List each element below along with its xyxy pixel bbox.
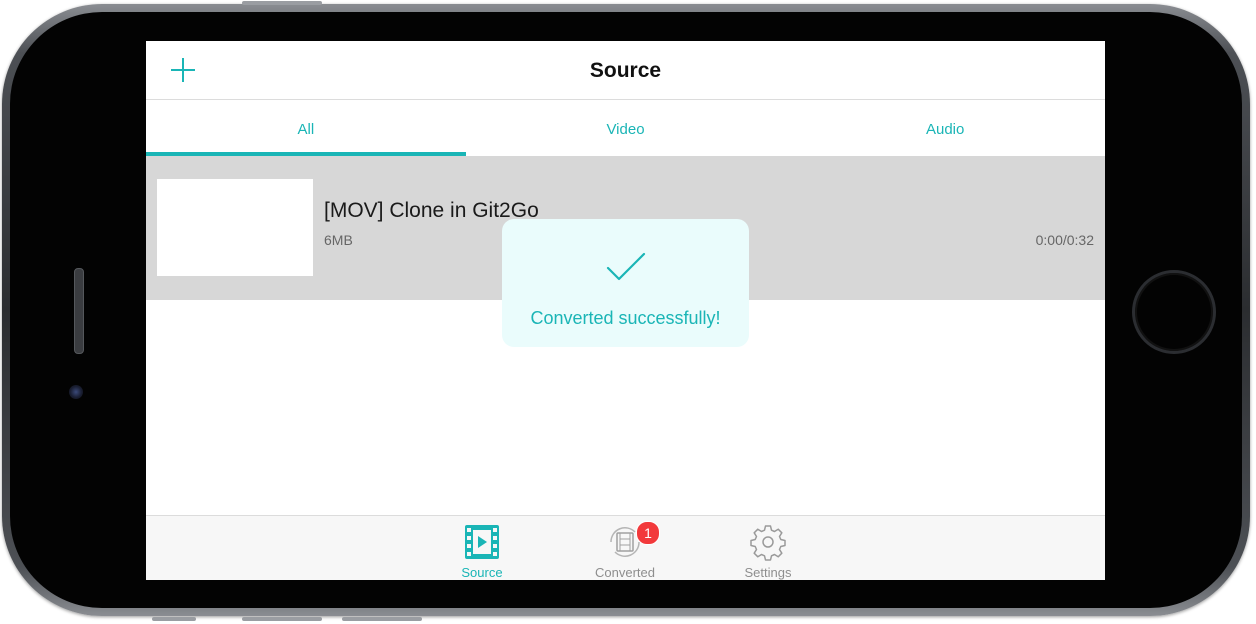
tabbar-source[interactable]: Source	[442, 522, 522, 580]
tab-video[interactable]: Video	[466, 100, 786, 156]
tabbar-settings-label: Settings	[744, 565, 792, 580]
tabbar-converted-label: Converted	[595, 565, 655, 580]
page-title: Source	[589, 59, 662, 82]
volume-up-button	[242, 617, 322, 621]
tabbar-settings[interactable]: Settings	[728, 522, 808, 580]
navigation-bar: Source	[146, 41, 1105, 100]
volume-down-button	[342, 617, 422, 621]
toast-message: Converted successfully!	[530, 308, 721, 328]
converted-film-icon: 1	[605, 521, 660, 562]
speaker-grille	[74, 268, 84, 354]
tab-all[interactable]: All	[146, 100, 466, 156]
item-size: 6MB	[324, 232, 353, 248]
tab-audio[interactable]: Audio	[785, 100, 1105, 156]
success-toast: Converted successfully!	[502, 219, 749, 347]
bottom-tab-bar: Source 1 Converted Settings	[146, 515, 1105, 580]
item-duration: 0:00/0:32	[1035, 232, 1094, 248]
front-camera	[69, 385, 83, 399]
tabbar-source-label: Source	[461, 565, 503, 580]
volume-button	[242, 1, 322, 5]
gear-icon	[748, 522, 788, 562]
checkmark-icon	[606, 252, 646, 281]
item-title: [MOV] Clone in Git2Go	[324, 199, 539, 222]
segment-tabs: All Video Audio	[146, 100, 1105, 156]
film-play-icon	[462, 522, 502, 562]
video-thumbnail	[157, 179, 313, 276]
mute-switch	[152, 617, 196, 621]
tabbar-converted[interactable]: 1 Converted	[585, 521, 665, 580]
app-screen: Source All Video Audio [MOV] Clone in Gi…	[146, 41, 1105, 580]
home-button[interactable]	[1132, 270, 1216, 354]
notification-badge: 1	[636, 521, 660, 545]
